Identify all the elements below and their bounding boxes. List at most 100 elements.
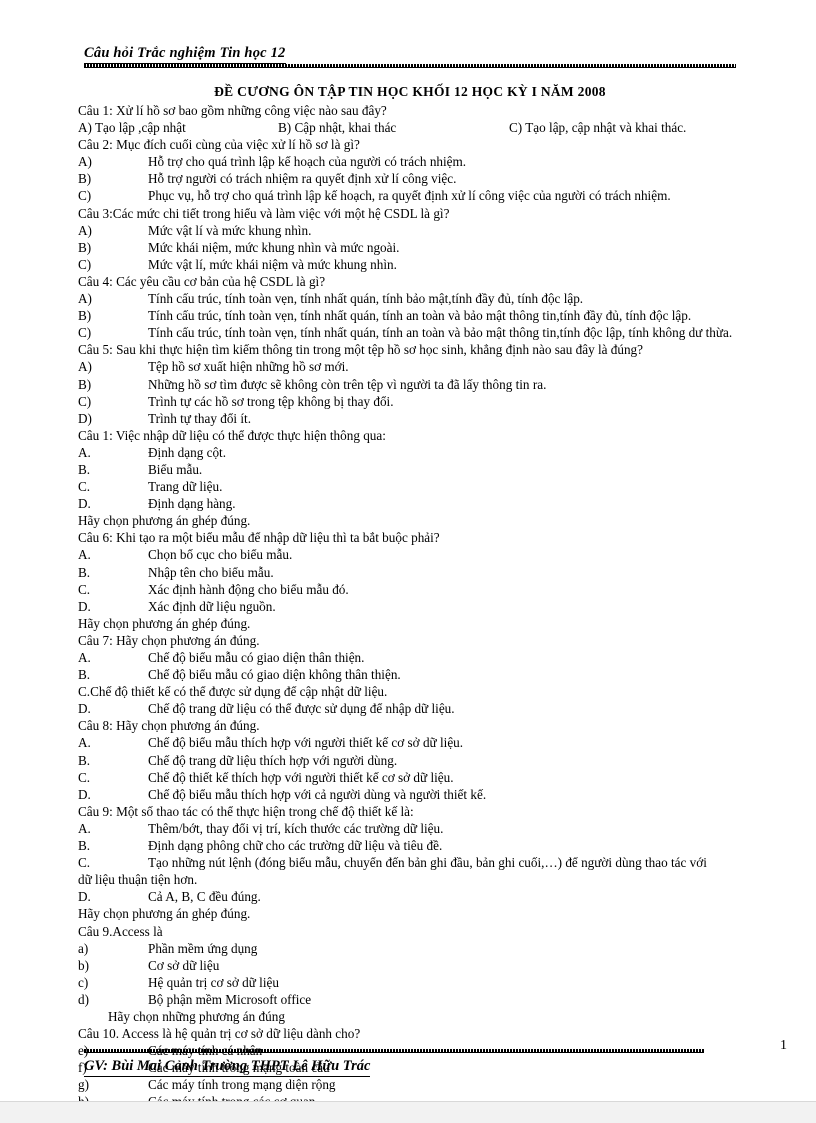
option-text: Mức vật lí và mức khung nhìn. (148, 222, 312, 238)
option-1b: B) Cập nhật, khai thác (278, 120, 397, 136)
option-text: Hỗ trợ cho quá trình lập kế hoạch của ng… (148, 154, 467, 170)
option-row: A. Định dạng cột. (78, 444, 778, 461)
question-stem-9b: Câu 9.Access là (78, 923, 163, 939)
option-text: Trang dữ liệu. (148, 479, 223, 495)
header-rule-solid (84, 67, 736, 68)
option-row: C. Xác định hành động cho biểu mẫu đó. (78, 581, 778, 598)
option-label: B) (78, 171, 92, 187)
option-label: A) (78, 222, 92, 238)
instruction-note: Hãy chọn phương án ghép đúng. (78, 615, 251, 631)
document-title: ĐỀ CƯƠNG ÔN TẬP TIN HỌC KHỐI 12 HỌC KỲ I… (214, 84, 606, 99)
option-label: A. (78, 650, 91, 665)
option-row: C) Phục vụ, hỗ trợ cho quá trình lập kế h… (78, 187, 778, 204)
option-label: C) (78, 188, 92, 204)
question-stem-6: Câu 6: Khi tạo ra một biểu mẫu để nhập d… (78, 530, 440, 546)
option-row: C) Mức vật lí, mức khái niệm và mức khung… (78, 256, 778, 273)
option-text: Chế độ trang dữ liệu thích hợp với người… (148, 752, 398, 768)
option-label: D. (78, 701, 91, 717)
option-label: D. (78, 786, 91, 802)
option-row: B. Chế độ trang dữ liệu thích hợp với ngư… (78, 752, 778, 769)
option-row: A. Chế độ biểu mẫu có giao diện thân thiệ… (78, 649, 778, 666)
option-row-7c: C.Chế độ thiết kế có thể được sử dụng để… (78, 684, 388, 700)
instruction-note: Hãy chọn phương án ghép đúng. (78, 513, 251, 529)
option-row: B) Tính cấu trúc, tính toàn vẹn, tính nhấ… (78, 307, 778, 324)
option-label: D) (78, 410, 92, 426)
option-text: Hệ quản trị cơ sở dữ liệu (148, 974, 279, 990)
question-1-options: A) Tạo lập ,cập nhật B) Cập nhật, khai t… (78, 119, 778, 136)
option-label: A. (78, 735, 91, 751)
option-text: Cả A, B, C đều đúng. (148, 889, 261, 905)
document-body: Câu 1: Xử lí hồ sơ bao gồm những công vi… (78, 102, 778, 1123)
option-label: B) (78, 376, 92, 392)
option-label: C) (78, 256, 92, 272)
option-label: B. (78, 667, 91, 683)
option-text: Định dạng cột. (148, 444, 227, 460)
option-row: D. Chế độ biểu mẫu thích hợp với cả người… (78, 786, 778, 803)
question-stem-10: Câu 10. Access là hệ quản trị cơ sở dữ l… (78, 1026, 361, 1042)
option-label: B. (78, 838, 91, 854)
option-label: A) (78, 154, 92, 170)
option-text: Biểu mẫu. (148, 461, 203, 477)
option-label: A) (78, 359, 92, 375)
option-row: D. Xác định dữ liệu nguồn. (78, 598, 778, 615)
option-label: C. (78, 581, 91, 597)
option-row: D. Định dạng hàng. (78, 495, 778, 512)
option-text: Tạo những nút lệnh (đóng biểu mẫu, chuyể… (148, 855, 707, 871)
option-row: A) Hỗ trợ cho quá trình lập kế hoạch của … (78, 153, 778, 170)
option-text: Chế độ biểu mẫu thích hợp với cả người d… (148, 786, 487, 802)
option-label: C) (78, 393, 92, 409)
footer-text: GV: Bùi Mai Cảnh Trường THPT Lê Hữu Trác (84, 1058, 371, 1077)
option-text: Tính cấu trúc, tính toàn vẹn, tính nhất … (148, 325, 733, 341)
footer-rule-solid (84, 1052, 704, 1053)
option-row: d) Bộ phận mềm Microsoft office (78, 991, 778, 1008)
option-row: A) Tệp hồ sơ xuất hiện những hồ sơ mới. (78, 358, 778, 375)
option-row: D. Chế độ trang dữ liệu có thể được sử dụ… (78, 700, 778, 717)
option-text: Chế độ thiết kế thích hợp với người thiế… (148, 769, 454, 785)
option-text: Tính cấu trúc, tính toàn vẹn, tính nhất … (148, 291, 584, 307)
option-row: C. Tạo những nút lệnh (đóng biểu mẫu, chu… (78, 854, 778, 871)
question-stem-8: Câu 8: Hãy chọn phương án đúng. (78, 718, 260, 734)
option-text: Tính cấu trúc, tính toàn vẹn, tính nhất … (148, 308, 692, 324)
option-label: B. (78, 752, 91, 768)
question-stem-4: Câu 4: Các yêu cầu cơ bản của hệ CSDL là… (78, 273, 326, 289)
option-row: B. Định dạng phông chữ cho các trường dữ … (78, 837, 778, 854)
option-text: Chế độ biểu mẫu có giao diện thân thiện. (148, 650, 365, 665)
option-row: A) Tính cấu trúc, tính toàn vẹn, tính nhấ… (78, 290, 778, 307)
option-label: A) (78, 291, 92, 307)
option-label: g) (78, 1077, 89, 1093)
option-row: B. Nhập tên cho biểu mẫu. (78, 564, 778, 581)
option-label: C. (78, 855, 91, 871)
page-sheet: Câu hỏi Trắc nghiệm Tin học 12 ĐỀ CƯƠNG … (0, 0, 816, 1123)
option-label: d) (78, 991, 89, 1007)
option-row: c) Hệ quản trị cơ sở dữ liệu (78, 974, 778, 991)
option-label: D. (78, 889, 91, 905)
option-label: D. (78, 496, 91, 512)
option-text: Những hồ sơ tìm được sẽ không còn trên t… (148, 376, 547, 392)
option-label: A. (78, 547, 91, 563)
option-row: B) Những hồ sơ tìm được sẽ không còn trên… (78, 376, 778, 393)
option-row: C. Trang dữ liệu. (78, 478, 778, 495)
option-row: D. Cả A, B, C đều đúng. (78, 888, 778, 905)
page-number: 1 (780, 1038, 787, 1053)
option-row: B) Hỗ trợ người có trách nhiệm ra quyết đ… (78, 170, 778, 187)
option-label: c) (78, 974, 89, 990)
option-1c: C) Tạo lập, cập nhật và khai thác. (509, 120, 687, 136)
option-text: Nhập tên cho biểu mẫu. (148, 564, 274, 580)
option-row: a) Phần mềm ứng dụng (78, 940, 778, 957)
question-stem-1: Câu 1: Xử lí hồ sơ bao gồm những công vi… (78, 103, 387, 118)
option-label: A. (78, 444, 91, 460)
option-text: Chế độ biểu mẫu thích hợp với người thiế… (148, 735, 464, 751)
option-row: A) Mức vật lí và mức khung nhìn. (78, 222, 778, 239)
option-text: Phục vụ, hỗ trợ cho quá trình lập kế hoạ… (148, 188, 671, 204)
option-label: C. (78, 479, 91, 495)
option-text-continued: dữ liệu thuận tiện hơn. (78, 872, 198, 888)
option-text: Mức khái niệm, mức khung nhìn và mức ngo… (148, 239, 400, 255)
option-label: a) (78, 940, 89, 956)
option-text: Phần mềm ứng dụng (148, 940, 258, 956)
option-label: B. (78, 564, 91, 580)
option-label: C. (78, 769, 91, 785)
question-stem-3: Câu 3:Các mức chi tiết trong hiểu và làm… (78, 205, 450, 221)
option-row: B. Biểu mẫu. (78, 461, 778, 478)
option-text: Định dạng hàng. (148, 496, 236, 512)
question-stem-5: Câu 5: Sau khi thực hiện tìm kiếm thông … (78, 342, 643, 358)
